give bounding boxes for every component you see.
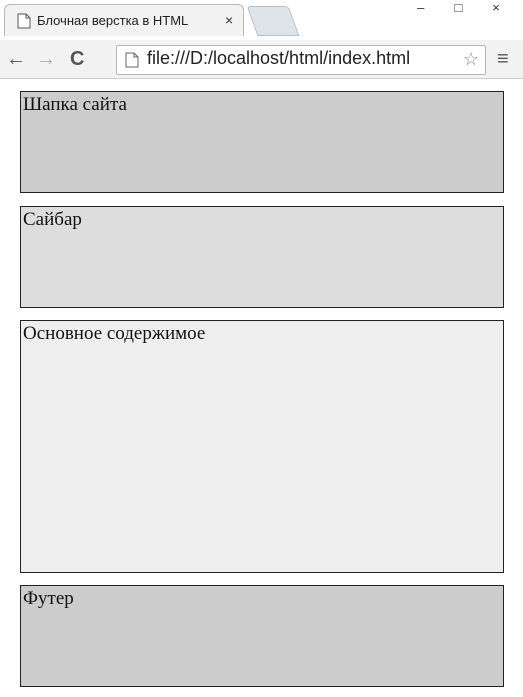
page-icon (125, 52, 139, 68)
maximize-button[interactable]: □ (441, 0, 475, 15)
tab-active[interactable]: Блочная верстка в HTML × (4, 4, 244, 36)
page-viewport: Шапка сайта Сайбар Основное содержимое Ф… (0, 79, 523, 697)
star-icon[interactable]: ☆ (463, 49, 479, 70)
forward-button[interactable]: → (36, 48, 56, 71)
window-controls: – □ × (404, 0, 513, 16)
browser-chrome: Блочная верстка в HTML × – □ × ← → C fil… (0, 0, 523, 79)
tab-strip: Блочная верстка в HTML × – □ × (0, 0, 523, 40)
sidebar-block: Сайбар (20, 206, 504, 308)
tab-title: Блочная верстка в HTML (37, 13, 189, 28)
page-icon (17, 13, 31, 29)
back-button[interactable]: ← (6, 48, 26, 71)
toolbar: ← → C file:///D:/localhost/html/index.ht… (0, 40, 523, 78)
sidebar-text: Сайбар (23, 209, 82, 230)
new-tab-button[interactable] (246, 6, 300, 36)
site-header-block: Шапка сайта (20, 91, 504, 193)
footer-block: Футер (20, 585, 504, 687)
main-content-block: Основное содержимое (20, 320, 504, 573)
reload-button[interactable]: C (70, 48, 84, 71)
menu-icon[interactable]: ≡ (497, 48, 509, 71)
close-window-button[interactable]: × (479, 0, 513, 15)
main-text: Основное содержимое (23, 323, 206, 344)
minimize-button[interactable]: – (404, 0, 438, 15)
url-text: file:///D:/localhost/html/index.html (147, 48, 411, 68)
close-icon[interactable]: × (225, 12, 233, 28)
footer-text: Футер (23, 588, 74, 609)
header-text: Шапка сайта (23, 94, 127, 115)
address-bar[interactable]: file:///D:/localhost/html/index.html ☆ (116, 45, 486, 75)
